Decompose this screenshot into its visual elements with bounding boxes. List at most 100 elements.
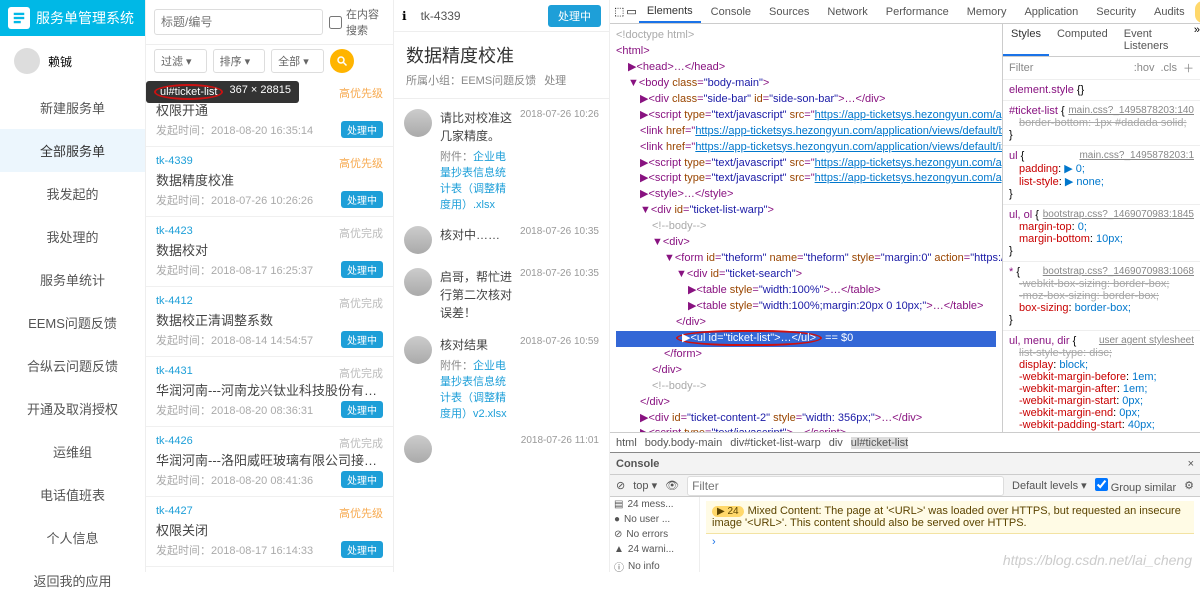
console-settings-icon[interactable]: ⚙ [1184, 479, 1194, 492]
console-filter-item[interactable]: ▲ 24 warni... [610, 542, 699, 557]
search-in-content[interactable]: 在内容搜索 [329, 6, 385, 38]
devtools-warn-badge[interactable]: ▲ 24 [1195, 1, 1200, 23]
styles-tab[interactable]: Computed [1049, 24, 1116, 56]
ticket-item[interactable]: tk-4426 华润河南---洛阳威旺玻璃有限公司接入系统 发起时间：2018-… [146, 427, 393, 497]
ticket-item[interactable]: tk-4431 华润河南---河南龙兴钛业科技股份有限公... 发起时间：201… [146, 357, 393, 427]
sidebar-item[interactable]: 新建服务单 [0, 86, 145, 129]
devtools-dom-tree[interactable]: <!doctype html> <html> ▶<head>…</head> ▼… [610, 24, 1002, 432]
message-text: 核对中…… [440, 226, 512, 244]
devtools-tab[interactable]: Audits [1146, 2, 1193, 22]
hov-toggle[interactable]: :hov [1134, 62, 1155, 74]
message-time: 2018-07-26 10:26 [520, 109, 599, 212]
sidebar-item[interactable]: 开通及取消授权 [0, 387, 145, 430]
devtools-tab[interactable]: Security [1088, 2, 1144, 22]
style-rule[interactable]: element.style {} [1003, 80, 1200, 101]
console-filter[interactable] [687, 476, 1004, 496]
ticket-item[interactable]: tk-4427 权限关闭 发起时间：2018-08-17 16:14:33 高优… [146, 497, 393, 567]
styles-tab[interactable]: Event Listeners [1116, 24, 1194, 56]
devtools-tab[interactable]: Memory [959, 2, 1015, 22]
sidebar-item[interactable]: 合纵云问题反馈 [0, 344, 145, 387]
sort-select[interactable]: 排序 ▾ [213, 49, 266, 73]
ticket-title: 权限关闭 [156, 520, 383, 539]
console-clear-icon[interactable]: ⊘ [616, 479, 625, 492]
ticket-list[interactable]: tk-4439 权限开通 发起时间：2018-08-20 16:35:14 高优… [146, 77, 393, 572]
attachment-link[interactable]: 企业电量抄表信息统计表（调整精度用）.xlsx [440, 151, 506, 211]
ticket-title: 数据精度校准 [156, 170, 383, 189]
all-select[interactable]: 全部 ▾ [271, 49, 324, 73]
console-filter-item[interactable]: ▤ 24 mess... [610, 497, 699, 512]
sidebar-item[interactable]: 全部服务单 [0, 129, 145, 172]
sidebar-item[interactable]: 返回我的应用 [0, 559, 145, 602]
breadcrumb-item[interactable]: ul#ticket-list [851, 437, 908, 449]
console-sidebar[interactable]: ▤ 24 mess...● No user ...⊘ No errors▲ 24… [610, 497, 700, 572]
attachment-link[interactable]: 企业电量抄表信息统计表（调整精度用）v2.xlsx [440, 360, 507, 420]
devtools-tab[interactable]: Performance [878, 2, 957, 22]
inspect-icon[interactable]: ⬚ [614, 5, 624, 18]
sidebar-item[interactable]: 我发起的 [0, 172, 145, 215]
devtools-tab[interactable]: Network [819, 2, 875, 22]
devtools-styles-pane[interactable]: StylesComputedEvent Listeners» Filter :ho… [1002, 24, 1200, 432]
ticket-title: 华润河南---洛阳威旺玻璃有限公司接入系统 [156, 450, 383, 469]
current-user[interactable]: 赖铖 [0, 36, 145, 86]
sidebar-item[interactable]: 服务单统计 [0, 258, 145, 301]
style-rule[interactable]: main.css?_1495878203:140#ticket-list {bo… [1003, 101, 1200, 146]
style-rule[interactable]: bootstrap.css?_1469070983:1068* {-webkit… [1003, 262, 1200, 331]
console-filter-item[interactable]: ⓘ No info [610, 557, 699, 572]
console-eye-icon[interactable]: 👁 [665, 479, 679, 492]
style-rule[interactable]: main.css?_1495878203:1ul {padding: ▶ 0;l… [1003, 146, 1200, 205]
new-style-icon[interactable]: ＋ [1183, 60, 1194, 76]
console-messages[interactable]: ▶ 24Mixed Content: The page at '<URL>' w… [700, 497, 1200, 572]
watermark: https://blog.csdn.net/lai_cheng [1003, 552, 1192, 568]
devtools-tab[interactable]: Application [1016, 2, 1086, 22]
ticket-title: 数据校正清调整系数 [156, 310, 383, 329]
message-list[interactable]: 请比对校准这几家精度。 附件：企业电量抄表信息统计表（调整精度用）.xlsx 2… [394, 99, 609, 572]
breadcrumb-item[interactable]: body.body-main [645, 437, 722, 449]
cls-toggle[interactable]: .cls [1161, 62, 1178, 74]
devtools-tab[interactable]: Elements [639, 1, 701, 23]
group-similar[interactable]: Group similar [1095, 478, 1176, 494]
sidebar-item[interactable]: 个人信息 [0, 516, 145, 559]
sidebar-item[interactable]: EEMS问题反馈 [0, 301, 145, 344]
sidebar-item[interactable]: 运维组 [0, 430, 145, 473]
styles-tab[interactable]: Styles [1003, 24, 1049, 56]
sidebar-item[interactable]: 电话值班表 [0, 473, 145, 516]
detail-header: 数据精度校准 所属小组：EEMS问题反馈 处理 [394, 32, 609, 99]
console-levels[interactable]: Default levels ▾ [1012, 479, 1087, 492]
style-rule[interactable]: user agent stylesheetul, menu, dir {list… [1003, 331, 1200, 432]
ticket-item[interactable]: tk-4412 数据校正清调整系数 发起时间：2018-08-14 14:54:… [146, 287, 393, 357]
devtools-tab[interactable]: Sources [761, 2, 817, 22]
console-close-icon[interactable]: × [1188, 458, 1194, 470]
more-tabs-icon[interactable]: » [1194, 24, 1200, 56]
console-context[interactable]: top ▾ [633, 479, 657, 492]
ticket-item[interactable]: tk-4417 长沙振升铝材发展有限公司最大需量数据... 发起时间：2018-… [146, 567, 393, 572]
detail-tab-bar: ℹ tk-4339 处理中 [394, 0, 609, 32]
ticket-detail: ℹ tk-4339 处理中 数据精度校准 所属小组：EEMS问题反馈 处理 请比… [394, 0, 610, 572]
breadcrumb-item[interactable]: html [616, 437, 637, 449]
dom-highlighted-node[interactable]: ▶<ul id="ticket-list">…</ul> == $0 [616, 331, 996, 347]
warn-count-badge: ▶ 24 [712, 506, 744, 517]
breadcrumb-item[interactable]: div [829, 437, 843, 449]
device-icon[interactable]: ▭ [626, 5, 636, 18]
console-prompt[interactable]: › [706, 534, 1194, 550]
breadcrumb-item[interactable]: div#ticket-list-warp [730, 437, 820, 449]
styles-filter[interactable]: Filter [1009, 62, 1033, 74]
sidebar-item[interactable]: 我处理的 [0, 215, 145, 258]
app-logo-icon [8, 7, 30, 29]
devtools-tab[interactable]: Console [703, 2, 759, 22]
console-filter-item[interactable]: ⊘ No errors [610, 527, 699, 542]
devtools-breadcrumb[interactable]: html body.body-main div#ticket-list-warp di… [610, 432, 1200, 452]
detail-tab[interactable]: tk-4339 [413, 5, 469, 27]
ticket-item[interactable]: tk-4339 数据精度校准 发起时间：2018-07-26 10:26:26 … [146, 147, 393, 217]
detail-status-button[interactable]: 处理中 [548, 5, 601, 27]
search-in-content-checkbox[interactable] [329, 16, 342, 29]
sidebar: 服务单管理系统 赖铖 新建服务单全部服务单我发起的我处理的服务单统计EEMS问题… [0, 0, 146, 572]
tab-prev-icon[interactable]: ℹ [402, 9, 407, 23]
search-input[interactable] [154, 9, 323, 35]
avatar [404, 268, 432, 296]
search-button[interactable] [330, 49, 354, 73]
message: 请比对校准这几家精度。 附件：企业电量抄表信息统计表（调整精度用）.xlsx 2… [404, 109, 599, 212]
style-rule[interactable]: bootstrap.css?_1469070983:1845ul, ol {ma… [1003, 205, 1200, 262]
ticket-item[interactable]: tk-4423 数据校对 发起时间：2018-08-17 16:25:37 高优… [146, 217, 393, 287]
console-filter-item[interactable]: ● No user ... [610, 512, 699, 527]
filter-select[interactable]: 过滤 ▾ [154, 49, 207, 73]
